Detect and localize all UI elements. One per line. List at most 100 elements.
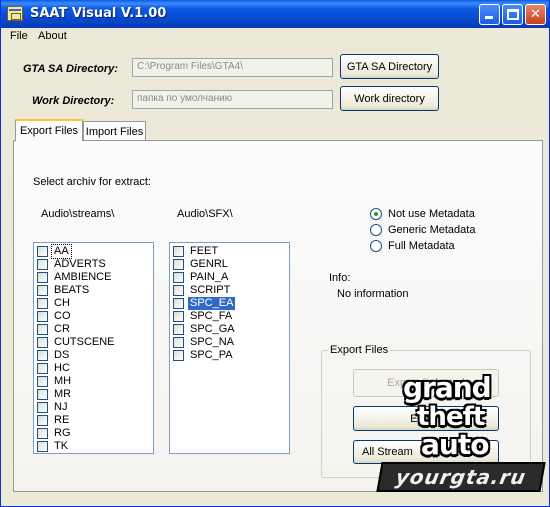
app-icon <box>7 6 23 21</box>
title-bar[interactable]: SAAT Visual V.1.00 ✕ <box>1 0 549 28</box>
tab-export-files[interactable]: Export Files <box>15 119 83 141</box>
list-item[interactable]: CUTSCENE <box>37 336 117 349</box>
sfx-listbox[interactable]: FEET GENRL PAIN_A SCRIPT SPC_EA SPC_FA SPC_GA S… <box>169 242 290 454</box>
list-item-label: PAIN_A <box>190 271 229 283</box>
radio-button[interactable] <box>370 224 382 236</box>
radio-generic-metadata[interactable]: Generic Metadata <box>370 224 475 236</box>
radio-not-use-metadata[interactable]: Not use Metadata <box>370 208 475 220</box>
checkbox[interactable] <box>37 324 48 335</box>
list-item-label: AA <box>51 244 72 259</box>
tab-import-files[interactable]: Import Files <box>83 121 146 141</box>
radio-label: Generic Metadata <box>388 224 476 236</box>
list-item[interactable]: NJ <box>37 401 69 414</box>
list-item[interactable]: GENRL <box>173 258 230 271</box>
streams-label: Audio\streams\ <box>41 208 115 220</box>
minimize-button[interactable] <box>479 4 500 25</box>
list-item[interactable]: TK <box>37 440 70 453</box>
checkbox[interactable] <box>173 324 184 335</box>
gta-directory-field[interactable]: C:\Program Files\GTA4\ <box>132 58 333 77</box>
list-item[interactable]: CO <box>37 310 73 323</box>
list-item-label: AMBIENCE <box>54 271 112 283</box>
gta-directory-button[interactable]: GTA SA Directory <box>340 54 439 79</box>
checkbox[interactable] <box>173 311 184 322</box>
checkbox[interactable] <box>173 246 184 257</box>
list-item[interactable]: SPC_NA <box>173 336 236 349</box>
list-item[interactable]: MH <box>37 375 73 388</box>
list-item[interactable]: SPC_GA <box>173 323 237 336</box>
menu-bar: File About <box>1 28 549 46</box>
checkbox[interactable] <box>37 363 48 374</box>
list-item[interactable]: RE <box>37 414 71 427</box>
checkbox[interactable] <box>173 259 184 270</box>
checkbox[interactable] <box>37 428 48 439</box>
list-item[interactable]: AMBIENCE <box>37 271 113 284</box>
checkbox[interactable] <box>37 350 48 361</box>
list-item[interactable]: BEATS <box>37 284 91 297</box>
list-item-label: HC <box>54 362 70 374</box>
list-item-label: SPC_PA <box>190 349 233 361</box>
watermark-line-1: grand <box>403 371 492 404</box>
list-item-label: CUTSCENE <box>54 336 115 348</box>
list-item-label: NJ <box>54 401 68 413</box>
list-item-label: CH <box>54 297 70 309</box>
list-item[interactable]: SPC_EA <box>173 297 236 310</box>
checkbox[interactable] <box>37 337 48 348</box>
checkbox[interactable] <box>37 259 48 270</box>
watermark-line-2: theft <box>417 402 485 432</box>
list-item-label: CO <box>54 310 71 322</box>
list-item-label: TK <box>54 440 69 452</box>
radio-full-metadata[interactable]: Full Metadata <box>370 240 455 252</box>
close-button[interactable]: ✕ <box>525 4 546 25</box>
checkbox[interactable] <box>37 311 48 322</box>
checkbox[interactable] <box>173 285 184 296</box>
checkbox[interactable] <box>37 402 48 413</box>
radio-label: Full Metadata <box>388 240 455 252</box>
list-item[interactable]: DS <box>37 349 71 362</box>
streams-listbox[interactable]: AA ADVERTS AMBIENCE BEATS CH CO CR CUTSCENE DS HC… <box>33 242 154 454</box>
list-item[interactable]: SPC_FA <box>173 310 234 323</box>
checkbox[interactable] <box>173 298 184 309</box>
list-item[interactable]: AA <box>37 244 72 259</box>
checkbox[interactable] <box>37 298 48 309</box>
checkbox[interactable] <box>173 272 184 283</box>
list-item-label: SPC_EA <box>188 297 236 310</box>
checkbox[interactable] <box>173 337 184 348</box>
list-item[interactable]: RG <box>37 427 73 440</box>
app-window: SAAT Visual V.1.00 ✕ File About GTA SA D… <box>0 0 550 507</box>
menu-file[interactable]: File <box>10 30 28 42</box>
close-icon: ✕ <box>530 7 541 22</box>
work-directory-field[interactable]: папка по умолчанию <box>132 90 333 109</box>
list-item[interactable]: CH <box>37 297 72 310</box>
checkbox[interactable] <box>37 376 48 387</box>
list-item[interactable]: CR <box>37 323 72 336</box>
select-archive-label: Select archiv for extract: <box>33 176 151 188</box>
list-item-label: SPC_GA <box>190 323 235 335</box>
checkbox[interactable] <box>37 389 48 400</box>
work-directory-button[interactable]: Work directory <box>340 86 439 111</box>
checkbox[interactable] <box>37 246 48 257</box>
list-item-label: ADVERTS <box>54 258 106 270</box>
group-title: Export Files <box>328 344 391 356</box>
menu-about[interactable]: About <box>38 30 67 42</box>
list-item[interactable]: PAIN_A <box>173 271 230 284</box>
list-item[interactable]: MR <box>37 388 73 401</box>
list-item-label: MR <box>54 388 72 400</box>
checkbox[interactable] <box>37 415 48 426</box>
radio-button[interactable] <box>370 208 382 220</box>
checkbox[interactable] <box>37 285 48 296</box>
list-item[interactable]: SCRIPT <box>173 284 232 297</box>
radio-label: Not use Metadata <box>388 208 475 220</box>
list-item-label: SCRIPT <box>190 284 231 296</box>
list-item[interactable]: SPC_PA <box>173 349 235 362</box>
list-item-label: SPC_NA <box>190 336 235 348</box>
list-item-label: FEET <box>190 245 219 257</box>
work-directory-label: Work Directory: <box>32 95 115 107</box>
checkbox[interactable] <box>173 350 184 361</box>
radio-button[interactable] <box>370 240 382 252</box>
list-item[interactable]: HC <box>37 362 72 375</box>
checkbox[interactable] <box>37 272 48 283</box>
checkbox[interactable] <box>37 441 48 452</box>
list-item[interactable]: FEET <box>173 245 220 258</box>
maximize-button[interactable] <box>502 4 523 25</box>
list-item[interactable]: ADVERTS <box>37 258 108 271</box>
